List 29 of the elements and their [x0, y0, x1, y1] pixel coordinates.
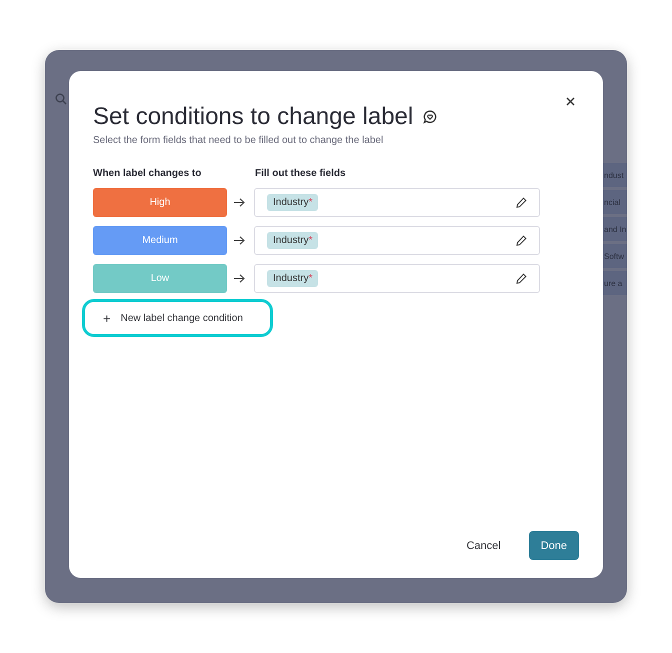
status-label: Medium [93, 226, 227, 254]
field-chip: Industry* [267, 194, 318, 210]
table-cell: ndust [603, 170, 624, 180]
column-heading: When label changes to [93, 168, 202, 179]
fields-input[interactable]: Industry* [254, 226, 540, 254]
edit-icon[interactable] [516, 272, 527, 284]
field-chip: Industry* [267, 232, 318, 248]
column-heading: Fill out these fields [255, 168, 346, 179]
done-button[interactable]: Done [528, 531, 579, 560]
table-cell: and In [603, 224, 626, 234]
field-chip: Industry* [267, 270, 318, 286]
status-label: Low [93, 264, 227, 292]
arrow-icon [234, 274, 245, 282]
feedback-icon[interactable] [423, 110, 438, 124]
table-cell: Softw [603, 252, 624, 260]
dialog-title: Set conditions to change label [93, 103, 414, 131]
fields-input[interactable]: Industry* [254, 264, 540, 292]
table-cell: ncial [603, 198, 620, 206]
close-icon[interactable] [564, 95, 577, 108]
table-cell: ure a [603, 278, 622, 288]
edit-icon[interactable] [516, 196, 527, 208]
new-condition-button[interactable]: + New label change condition [82, 299, 273, 337]
edit-icon[interactable] [516, 234, 527, 246]
arrow-icon [234, 236, 245, 244]
dialog-subtitle: Select the form fields that need to be filled out to change the label [93, 135, 384, 146]
search-icon [55, 93, 67, 105]
fields-input[interactable]: Industry* [254, 188, 540, 216]
status-label: High [93, 188, 227, 216]
arrow-icon [234, 198, 245, 206]
